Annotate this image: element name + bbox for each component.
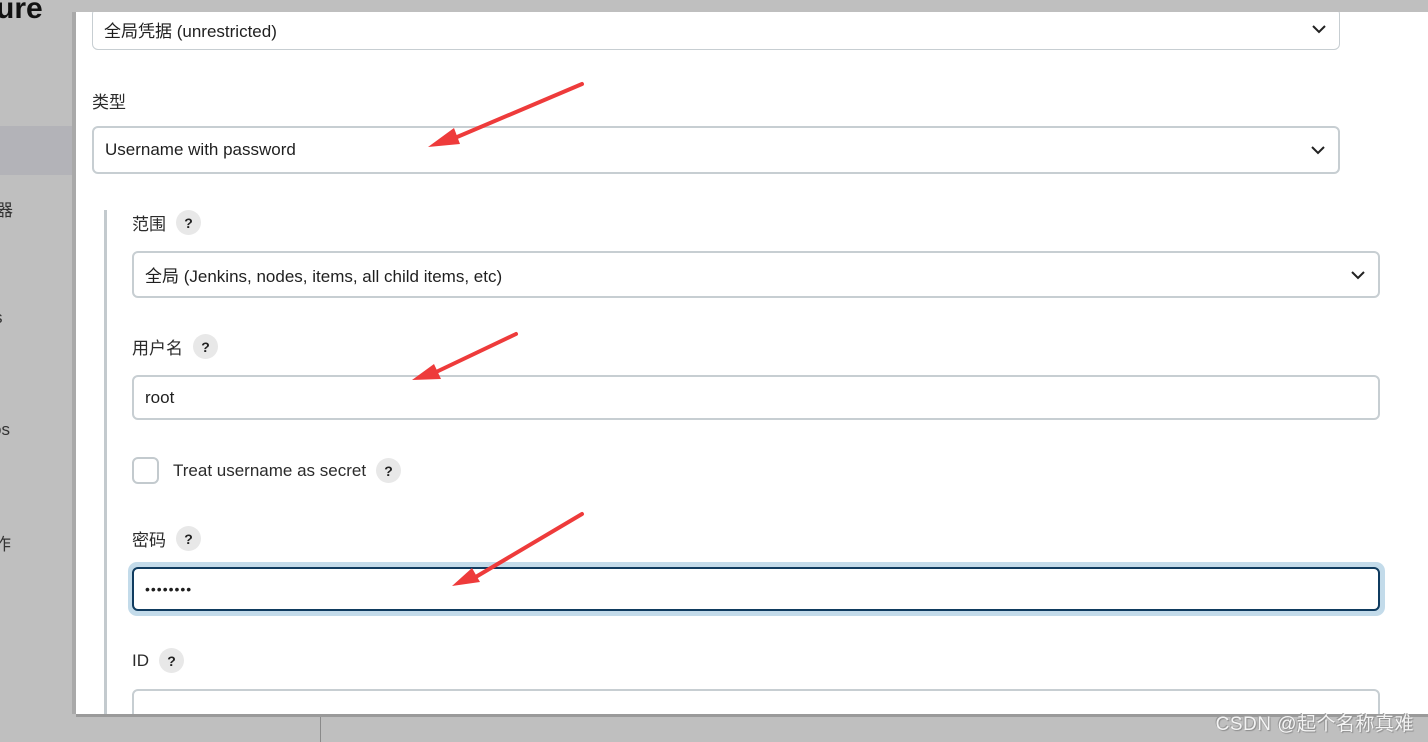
- scope-label: 范围 ?: [132, 210, 201, 235]
- id-label: ID ?: [132, 648, 184, 673]
- treat-username-secret-label: Treat username as secret ?: [173, 457, 402, 484]
- sidebar-item[interactable]: 作: [0, 530, 11, 555]
- kind-select[interactable]: Username with password: [92, 126, 1340, 174]
- help-icon[interactable]: ?: [176, 526, 201, 551]
- chevron-down-icon: [1311, 146, 1325, 155]
- username-value: root: [145, 387, 175, 407]
- scope-select[interactable]: 全局 (Jenkins, nodes, items, all child ite…: [132, 251, 1380, 298]
- add-credentials-dialog: 全局凭据 (unrestricted) 类型 Username with pas…: [76, 12, 1428, 714]
- treat-username-secret-checkbox[interactable]: [132, 457, 159, 484]
- sidebar-item[interactable]: os: [0, 420, 10, 440]
- sidebar-item[interactable]: s: [0, 308, 3, 328]
- help-icon[interactable]: ?: [193, 334, 218, 359]
- watermark: CSDN @起个名称真难: [1215, 714, 1414, 735]
- nested-section-bar: [104, 210, 107, 714]
- page-title-fragment: ure: [0, 0, 43, 25]
- scope-select-value: 全局 (Jenkins, nodes, items, all child ite…: [145, 267, 503, 286]
- password-value: ••••••••: [145, 581, 193, 597]
- username-label-text: 用户名: [132, 339, 183, 358]
- id-label-text: ID: [132, 650, 149, 670]
- password-input[interactable]: ••••••••: [132, 567, 1380, 611]
- help-icon[interactable]: ?: [176, 210, 201, 235]
- id-input[interactable]: [132, 689, 1380, 714]
- password-label: 密码 ?: [132, 526, 201, 551]
- kind-select-value: Username with password: [105, 140, 296, 159]
- sidebar-active-item: [0, 126, 82, 175]
- username-label: 用户名 ?: [132, 334, 218, 359]
- background-divider: [320, 712, 321, 742]
- domain-select[interactable]: 全局凭据 (unrestricted): [92, 12, 1340, 50]
- sidebar-item[interactable]: 器: [0, 196, 13, 221]
- domain-select-value: 全局凭据 (unrestricted): [104, 21, 277, 41]
- password-label-text: 密码: [132, 531, 166, 550]
- username-input[interactable]: root: [132, 375, 1380, 420]
- chevron-down-icon: [1351, 270, 1365, 279]
- kind-label-text: 类型: [92, 93, 126, 112]
- help-icon[interactable]: ?: [159, 648, 184, 673]
- treat-username-secret-text: Treat username as secret: [173, 460, 367, 480]
- help-icon[interactable]: ?: [376, 458, 402, 483]
- scope-label-text: 范围: [132, 215, 166, 234]
- chevron-down-icon: [1312, 25, 1326, 34]
- kind-label: 类型: [92, 88, 126, 113]
